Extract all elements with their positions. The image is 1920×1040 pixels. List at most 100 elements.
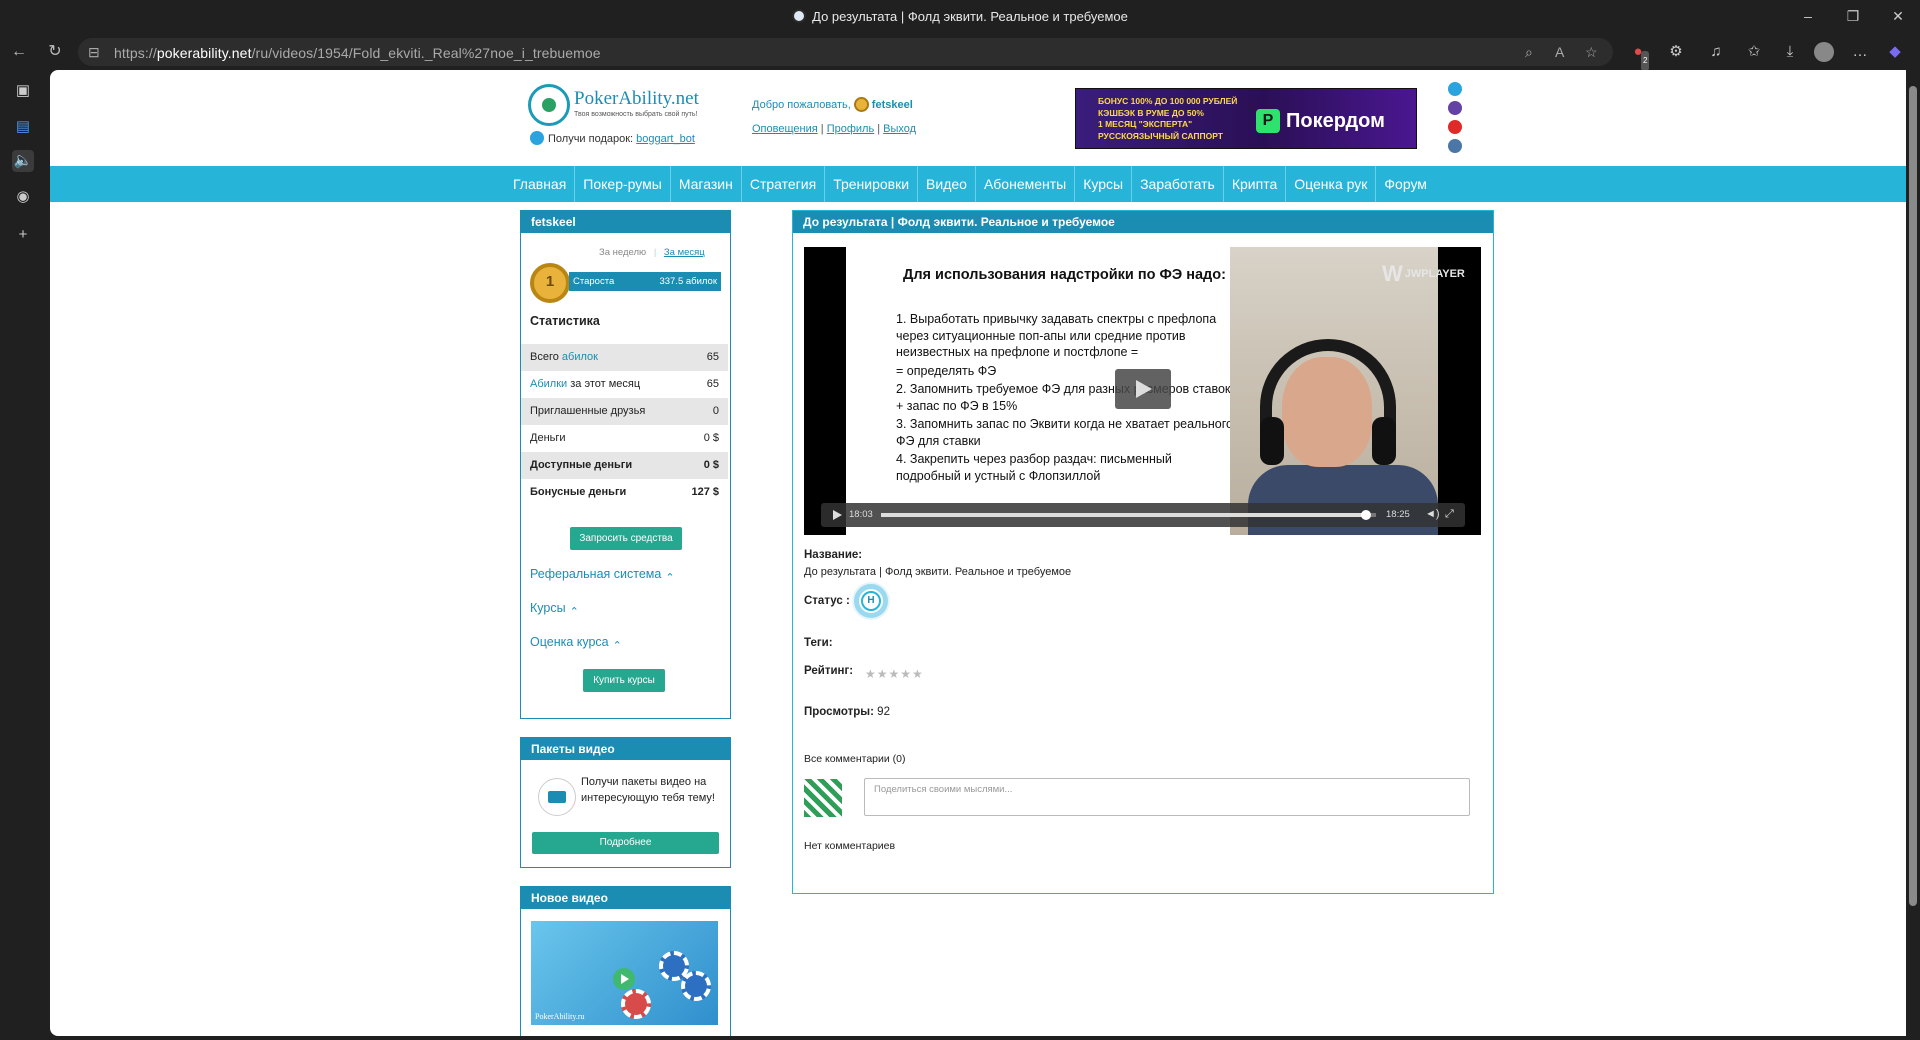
menu-item[interactable]: Крипта (1224, 166, 1287, 202)
volume-icon[interactable]: ◄) (1425, 508, 1440, 520)
menu-item[interactable]: Форум (1376, 166, 1435, 202)
profile-link[interactable]: Профиль (827, 123, 875, 135)
adblock-icon[interactable]: ● 2 (1628, 42, 1650, 71)
stat-row: Деньги 0 $ (530, 432, 719, 444)
seek-handle[interactable] (1361, 510, 1372, 520)
audio-icon[interactable]: 🔈 (12, 150, 34, 172)
video-player[interactable]: Для использования надстройки по ФЭ надо:… (804, 247, 1481, 535)
copilot-icon[interactable]: ◆ (1885, 42, 1905, 62)
course-rating-toggle[interactable]: Оценка курса (530, 635, 622, 652)
courses-toggle[interactable]: Курсы (530, 601, 579, 618)
menu-item[interactable]: Покер-румы (575, 166, 671, 202)
music-icon[interactable]: ♫ (1706, 42, 1726, 62)
user-rank-coin-icon (853, 97, 869, 112)
logout-link[interactable]: Выход (883, 123, 916, 135)
comment-input[interactable]: Поделиться своими мыслями... (864, 778, 1470, 816)
back-icon[interactable]: ← (9, 42, 29, 62)
minimize-icon[interactable]: – (1800, 8, 1816, 24)
favicon-icon (792, 9, 807, 23)
status-label: Статус : (804, 595, 850, 607)
more-icon[interactable]: … (1850, 42, 1870, 62)
video-panel: До результата | Фолд эквити. Реальное и … (792, 210, 1494, 894)
menu-item[interactable]: Магазин (671, 166, 742, 202)
user-avatar (804, 779, 842, 817)
site-tab-icon[interactable]: ◉ (12, 186, 34, 208)
social-youtube-icon[interactable] (1448, 120, 1462, 134)
menu-item[interactable]: Курсы (1075, 166, 1133, 202)
headphone-ear-icon (1260, 417, 1284, 465)
comments-count: Все комментарии (0) (804, 753, 906, 765)
url-text[interactable]: https://pokerability.net/ru/videos/1954/… (114, 45, 601, 61)
packages-more-button[interactable]: Подробнее (532, 832, 719, 854)
social-telegram-icon[interactable] (1448, 82, 1462, 96)
scroll-thumb[interactable] (1909, 86, 1917, 906)
rank-coin-icon: 1 (530, 263, 570, 303)
play-icon[interactable] (833, 510, 842, 520)
menu-item[interactable]: Главная (505, 166, 576, 202)
rank-points: 337.5 абилок (659, 276, 717, 287)
address-toolbar: ← ↻ ⊟ https://pokerability.net/ru/videos… (0, 34, 1920, 71)
stat-row: Приглашенные друзья 0 (521, 398, 728, 425)
restore-icon[interactable]: ❐ (1845, 8, 1861, 24)
page-scrollbar[interactable] (1906, 70, 1920, 1036)
period-month-tab[interactable]: За месяц (664, 247, 705, 258)
video-camera-icon (538, 778, 576, 816)
fullscreen-icon[interactable]: ⤢ (1445, 508, 1454, 521)
rank-bar: Староста 337.5 абилок (569, 272, 721, 291)
site-logo[interactable]: PokerAbility.net Твоя возможность выбрат… (528, 84, 708, 128)
slide-body: 1. Выработать привычку задавать спектры … (896, 312, 1233, 483)
notifications-link[interactable]: Оповещения (752, 123, 818, 135)
no-comments-text: Нет комментариев (804, 840, 896, 852)
download-icon[interactable]: ⤓ (1780, 42, 1800, 62)
profile-icon[interactable] (1814, 42, 1834, 62)
play-icon[interactable] (613, 968, 635, 990)
reload-icon[interactable]: ↻ (45, 42, 65, 62)
seek-bar[interactable] (881, 510, 1376, 520)
new-video-title: Новое видео (521, 887, 730, 909)
menu-item[interactable]: Абонементы (976, 166, 1076, 202)
menu-item[interactable]: Оценка рук (1286, 166, 1377, 202)
menu-item[interactable]: Видео (918, 166, 976, 202)
request-funds-button[interactable]: Запросить средства (570, 527, 682, 550)
rating-label: Рейтинг: (804, 665, 854, 677)
menu-item[interactable]: Тренировки (825, 166, 919, 202)
buy-courses-button[interactable]: Купить курсы (583, 669, 665, 692)
welcome-username[interactable]: fetskeel (872, 99, 913, 111)
logo-name: PokerAbility.net (574, 88, 699, 109)
menu-item[interactable]: Стратегия (742, 166, 826, 202)
zoom-icon[interactable]: ⌕ (1525, 44, 1533, 61)
abilki-link[interactable]: абилок (562, 351, 598, 363)
menu-item[interactable]: Заработать (1132, 166, 1224, 202)
new-video-thumbnail[interactable]: PokerAbility.ru (531, 921, 718, 1025)
logo-compass-icon (528, 84, 570, 126)
referral-toggle[interactable]: Реферальная система (530, 567, 675, 584)
read-aloud-icon[interactable]: A (1555, 44, 1564, 60)
logo-tagline: Твоя возможность выбрать свой путь! (574, 111, 698, 118)
period-week-tab[interactable]: За неделю (599, 247, 646, 258)
video-slide: Для использования надстройки по ФЭ надо:… (846, 247, 1234, 535)
extensions-icon[interactable]: ⚙ (1666, 42, 1686, 62)
user-links: Оповещения | Профиль | Выход (752, 123, 917, 135)
headphone-ear-icon (1372, 417, 1396, 465)
poker-chip-icon (621, 989, 651, 1019)
abilki-month-link[interactable]: Абилки (530, 378, 567, 390)
tabs-icon[interactable]: ▣ (12, 80, 34, 102)
favorites-icon[interactable]: ✩ (1744, 42, 1764, 62)
favorite-icon[interactable]: ☆ (1585, 44, 1598, 61)
site-info-icon[interactable]: ⊟ (88, 44, 100, 61)
notes-icon[interactable]: ▤ (12, 116, 34, 138)
new-video-panel: Новое видео PokerAbility.ru (520, 886, 731, 1036)
big-play-icon[interactable] (1115, 369, 1171, 409)
add-icon[interactable]: + (12, 224, 34, 246)
current-time: 18:03 (849, 509, 873, 520)
close-icon[interactable]: ✕ (1890, 8, 1906, 24)
name-label: Название: (804, 549, 863, 561)
packages-title: Пакеты видео (521, 738, 730, 760)
address-bar[interactable]: ⊟ https://pokerability.net/ru/videos/195… (78, 38, 1613, 66)
gift-bot-link[interactable]: boggart_bot (636, 133, 695, 145)
stat-row: Доступные деньги 0 $ (521, 452, 728, 479)
social-twitch-icon[interactable] (1448, 101, 1462, 115)
rating-stars[interactable]: ★★★★★ (865, 667, 924, 681)
ad-banner[interactable]: БОНУС 100% ДО 100 000 РУБЛЕЙ КЭШБЭК В РУ… (1075, 88, 1417, 149)
social-vk-icon[interactable] (1448, 139, 1462, 153)
